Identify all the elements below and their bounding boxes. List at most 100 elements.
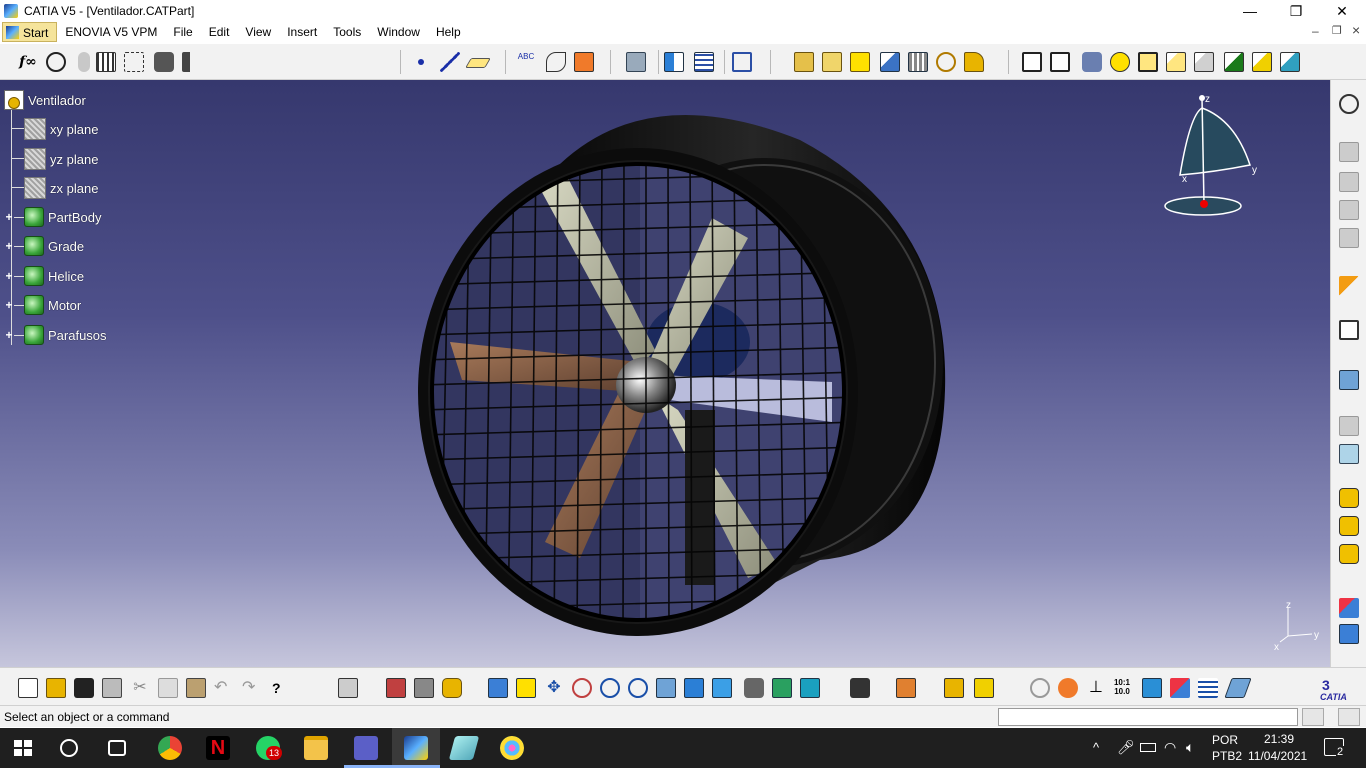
tree-node-helice[interactable]: + Helice <box>4 264 84 288</box>
equivalent-dimension-icon[interactable] <box>182 52 202 72</box>
expand-icon[interactable]: + <box>4 270 14 282</box>
close-button[interactable]: ✕ <box>1319 0 1365 22</box>
normal-view-icon[interactable] <box>656 678 676 698</box>
rib-icon[interactable] <box>880 52 900 72</box>
shell-icon[interactable] <box>1082 52 1102 72</box>
mdi-restore-button[interactable]: ❐ <box>1332 24 1342 37</box>
task-view-icon[interactable] <box>108 740 126 756</box>
expand-icon[interactable]: + <box>4 211 14 223</box>
3d-viewport[interactable]: Ventilador xy plane yz plane zx plane + … <box>0 80 1330 667</box>
menu-enovia[interactable]: ENOVIA V5 VPM <box>57 22 165 42</box>
menu-view[interactable]: View <box>237 22 279 42</box>
minimize-button[interactable]: — <box>1227 0 1273 22</box>
split-icon[interactable] <box>1166 52 1186 72</box>
map-icon[interactable] <box>1339 624 1359 644</box>
line-icon[interactable] <box>440 52 460 72</box>
transformation-icon[interactable] <box>1280 52 1300 72</box>
measure-item-icon[interactable] <box>974 678 994 698</box>
close-surface-icon[interactable] <box>1224 52 1244 72</box>
menu-help[interactable]: Help <box>428 22 469 42</box>
fan-model-3d[interactable] <box>0 80 1330 667</box>
select-arrow-icon[interactable] <box>1339 276 1359 296</box>
zoom-out-icon[interactable] <box>628 678 648 698</box>
open-folder-icon[interactable] <box>46 678 66 698</box>
sew-surface-icon[interactable] <box>1252 52 1272 72</box>
profile-icon[interactable] <box>546 52 566 72</box>
battery-mode-icon[interactable] <box>442 678 462 698</box>
fit-all-icon[interactable] <box>516 678 536 698</box>
plane-icon[interactable] <box>465 58 491 68</box>
windows-start-icon[interactable] <box>14 740 32 756</box>
reference-element-icon[interactable] <box>1339 416 1359 436</box>
command-history-button[interactable] <box>1302 708 1324 726</box>
tree-node-parafusos[interactable]: + Parafusos <box>4 323 107 347</box>
sketch-based-feature-icon[interactable] <box>1339 142 1359 162</box>
pattern-icon[interactable] <box>908 52 928 72</box>
pocket-icon[interactable] <box>822 52 842 72</box>
tree-node-motor[interactable]: + Motor <box>4 293 81 317</box>
undo-icon[interactable]: ↶ <box>214 678 234 698</box>
tree-node-grade[interactable]: + Grade <box>4 234 84 258</box>
file-explorer-icon[interactable] <box>304 736 328 760</box>
thickness-icon[interactable] <box>1110 52 1130 72</box>
command-stop-button[interactable] <box>1338 708 1360 726</box>
pad-icon[interactable] <box>794 52 814 72</box>
menu-insert[interactable]: Insert <box>279 22 325 42</box>
measure-icon[interactable] <box>664 52 684 72</box>
update-icon[interactable] <box>338 678 358 698</box>
fly-mode-icon[interactable] <box>386 678 406 698</box>
tree-node-xy-plane[interactable]: xy plane <box>24 117 98 141</box>
shading-icon[interactable] <box>744 678 764 698</box>
menu-tools[interactable]: Tools <box>325 22 369 42</box>
refresh-icon[interactable] <box>1030 678 1050 698</box>
zoom-in-icon[interactable] <box>600 678 620 698</box>
command-input[interactable] <box>998 708 1298 726</box>
app-launcher-icon[interactable] <box>448 736 480 760</box>
fillet-icon[interactable] <box>964 52 984 72</box>
maximize-button[interactable]: ❐ <box>1273 0 1319 22</box>
rotate-icon[interactable] <box>572 678 592 698</box>
redo-icon[interactable]: ↷ <box>242 678 262 698</box>
teams-icon[interactable] <box>354 736 378 760</box>
hole-icon[interactable] <box>936 52 956 72</box>
thick-surface-icon[interactable] <box>1194 52 1214 72</box>
isometric-view-icon[interactable] <box>712 678 732 698</box>
cut-icon[interactable]: ✂ <box>130 678 150 698</box>
wifi-icon[interactable]: ◠ <box>1164 739 1176 756</box>
annotation-icon[interactable] <box>1339 320 1359 340</box>
microphone-icon[interactable]: 🎤︎ <box>1117 739 1135 756</box>
tree-node-root[interactable]: Ventilador <box>4 88 86 112</box>
apply-material-bottom-icon[interactable] <box>896 678 916 698</box>
scale-icon[interactable]: 10:1 10.0 <box>1112 678 1132 698</box>
tree-node-zx-plane[interactable]: zx plane <box>24 176 98 200</box>
manipulate-icon[interactable] <box>1058 678 1078 698</box>
formula-icon[interactable]: f∞ <box>18 52 38 72</box>
expand-icon[interactable]: + <box>4 299 14 311</box>
save-icon[interactable] <box>74 678 94 698</box>
analysis-icon[interactable] <box>1339 444 1359 464</box>
clash-icon[interactable] <box>1170 678 1190 698</box>
chrome-icon[interactable] <box>158 736 182 760</box>
gear-icon[interactable] <box>1339 94 1359 114</box>
list-icon[interactable] <box>1198 678 1218 698</box>
search-icon[interactable] <box>60 739 78 757</box>
point-icon[interactable] <box>418 59 424 65</box>
battery-icon[interactable] <box>1140 743 1156 752</box>
catalog-icon[interactable] <box>124 52 144 72</box>
curvature-analysis-icon[interactable] <box>1339 544 1359 564</box>
expand-icon[interactable]: + <box>4 240 14 252</box>
mdi-minimize-button[interactable]: – <box>1312 24 1319 38</box>
copy-icon[interactable] <box>158 678 178 698</box>
plane-view-icon[interactable] <box>1224 678 1252 698</box>
help-icon[interactable]: ? <box>272 678 292 698</box>
draft-icon[interactable] <box>1050 52 1070 72</box>
compass-widget[interactable]: z x y <box>1160 90 1270 220</box>
paste-icon[interactable] <box>186 678 206 698</box>
pan-icon[interactable]: ✥ <box>544 678 564 698</box>
surface-feature-icon[interactable] <box>1339 200 1359 220</box>
sketcher-icon[interactable] <box>574 52 594 72</box>
netflix-icon[interactable]: N <box>206 736 230 760</box>
swap-visible-space-icon[interactable] <box>414 678 434 698</box>
menu-start[interactable]: Start <box>2 22 58 42</box>
thread-icon[interactable] <box>1138 52 1158 72</box>
